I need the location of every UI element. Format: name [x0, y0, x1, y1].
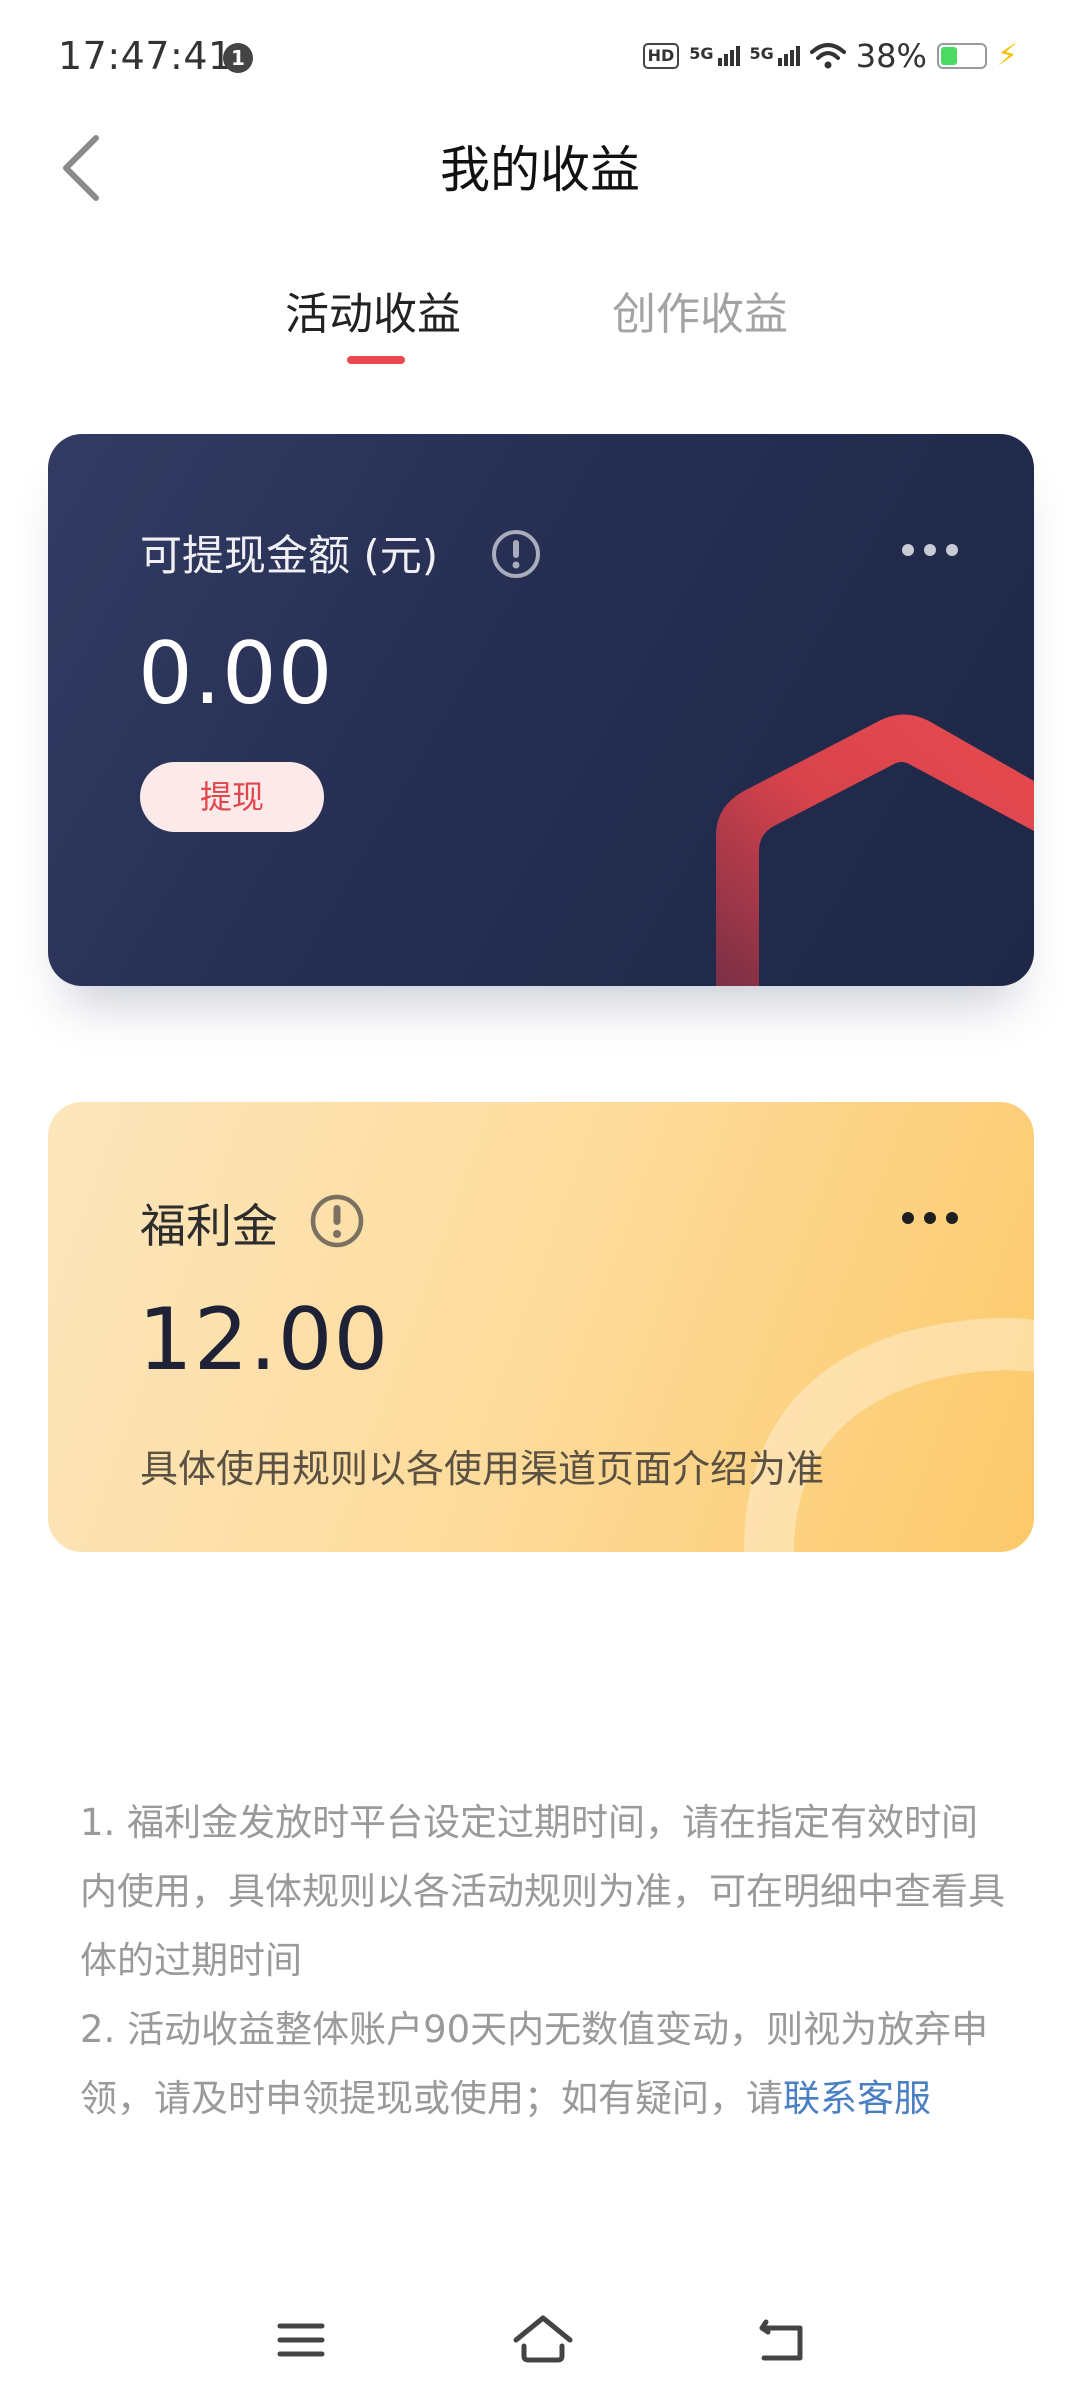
more-dots-icon[interactable]	[902, 1212, 958, 1224]
welfare-amount: 12.00	[138, 1290, 390, 1390]
welfare-card: 福利金 12.00 具体使用规则以各使用渠道页面介绍为准	[48, 1102, 1034, 1552]
page-title: 我的收益	[440, 141, 640, 199]
status-bar: 17:47:41 1 HD 5G 5G 38% ⚡	[0, 0, 1080, 110]
note-item: 2. 活动收益整体账户90天内无数值变动，则视为放弃申领，请及时申领提现或使用；…	[80, 1995, 1010, 2133]
more-dots-icon[interactable]	[902, 544, 958, 556]
contact-support-link[interactable]: 联系客服	[783, 2077, 931, 2120]
withdrawable-card: 可提现金额 (元) 0.00 提现	[48, 434, 1034, 986]
menu-icon[interactable]	[266, 2310, 336, 2370]
home-icon[interactable]	[508, 2310, 578, 2370]
tab-activity-earnings[interactable]: 活动收益	[285, 278, 461, 342]
card-decoration	[744, 1317, 1034, 1552]
status-time: 17:47:41	[58, 34, 233, 78]
status-icons: HD 5G 5G 38% ⚡	[642, 34, 1018, 78]
info-icon[interactable]	[308, 1192, 366, 1250]
card-decoration	[716, 714, 1034, 986]
back-icon[interactable]	[748, 2310, 818, 2370]
info-icon[interactable]	[490, 528, 542, 580]
signal-icon: 5G	[750, 46, 800, 66]
charging-icon: ⚡	[996, 38, 1018, 73]
rules-notes: 1. 福利金发放时平台设定过期时间，请在指定有效时间内使用，具体规则以各活动规则…	[80, 1788, 1010, 2133]
battery-icon	[936, 43, 987, 69]
welfare-label: 福利金	[140, 1199, 278, 1253]
signal-icon: 5G	[689, 46, 740, 66]
notification-badge: 1	[223, 43, 253, 73]
wifi-icon	[809, 43, 846, 69]
hd-badge: HD	[642, 43, 680, 69]
withdrawable-label: 可提现金额 (元)	[140, 531, 439, 580]
withdraw-button[interactable]: 提现	[140, 762, 324, 832]
withdrawable-amount: 0.00	[138, 624, 334, 724]
tab-creation-earnings[interactable]: 创作收益	[612, 278, 788, 342]
note-item: 1. 福利金发放时平台设定过期时间，请在指定有效时间内使用，具体规则以各活动规则…	[80, 1801, 1005, 1982]
battery-percent: 38%	[855, 37, 927, 75]
welfare-note: 具体使用规则以各使用渠道页面介绍为准	[140, 1447, 825, 1491]
tab-indicator	[347, 356, 405, 364]
